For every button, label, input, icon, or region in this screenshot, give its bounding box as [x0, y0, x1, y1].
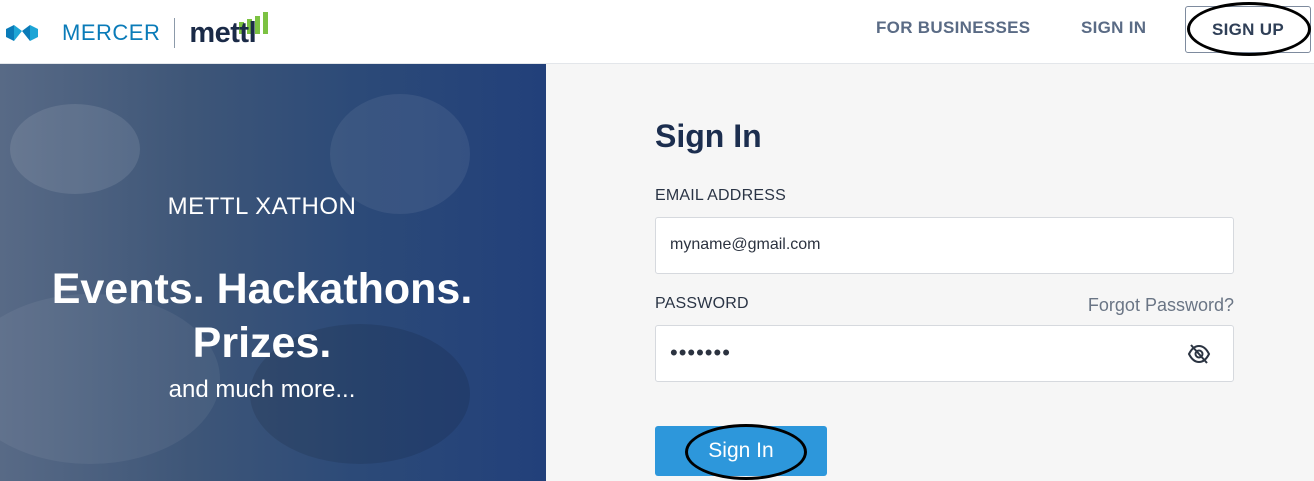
email-value: myname@gmail.com — [670, 236, 821, 253]
form-title: Sign In — [655, 118, 762, 154]
forgot-password-link[interactable]: Forgot Password? — [1088, 295, 1234, 316]
sign-up-button[interactable]: SIGN UP — [1185, 6, 1311, 53]
mercer-logo-icon — [6, 25, 38, 41]
logo-divider — [174, 18, 176, 48]
hero-background-decoration — [10, 104, 140, 194]
eye-off-icon[interactable] — [1187, 343, 1211, 365]
password-field[interactable]: ••••••• — [655, 325, 1234, 382]
password-masked-value: ••••••• — [670, 340, 731, 365]
sign-in-button[interactable]: Sign In — [655, 426, 827, 476]
brand-logo[interactable]: MERCER mettl — [4, 8, 273, 58]
hero-title-line-2: Prizes. — [192, 319, 332, 367]
sign-in-panel: Sign In EMAIL ADDRESS myname@gmail.com P… — [546, 64, 1314, 481]
top-header: MERCER mettl FOR BUSINESSES SIGN IN SIGN… — [0, 0, 1314, 64]
email-field[interactable]: myname@gmail.com — [655, 217, 1234, 274]
hero-eyebrow: METTL XATHON — [167, 193, 357, 220]
email-label: EMAIL ADDRESS — [655, 187, 786, 204]
mercer-wordmark: MERCER — [62, 20, 161, 45]
mettl-logo: mettl — [189, 10, 273, 56]
password-label: PASSWORD — [655, 295, 749, 312]
mettl-wordmark: mettl — [189, 17, 257, 49]
hero-title: Events. Hackathons. Prizes. — [0, 262, 524, 370]
nav-sign-in[interactable]: SIGN IN — [1081, 18, 1146, 38]
hero-subtitle: and much more... — [168, 376, 356, 403]
hero-banner: METTL XATHON Events. Hackathons. Prizes.… — [0, 64, 546, 481]
nav-for-businesses[interactable]: FOR BUSINESSES — [876, 18, 1030, 38]
hero-title-line-1: Events. Hackathons. — [51, 265, 473, 313]
